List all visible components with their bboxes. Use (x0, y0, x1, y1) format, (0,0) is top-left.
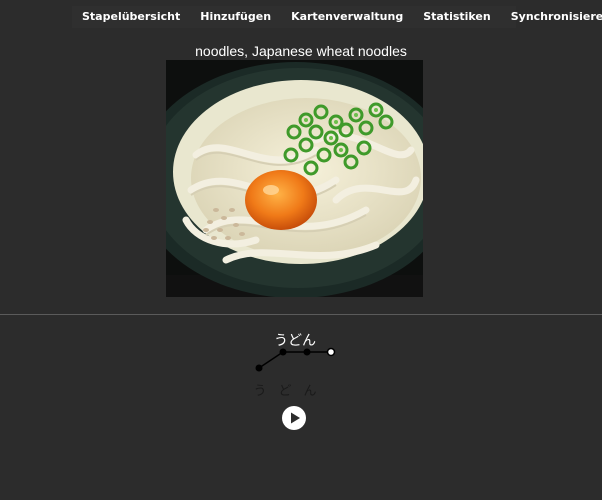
toolbar-decks[interactable]: Stapelübersicht (72, 6, 190, 28)
toolbar-stats[interactable]: Statistiken (413, 6, 501, 28)
pitch-dot-1 (255, 364, 263, 372)
pitch-accent-graph (255, 347, 336, 372)
udon-illustration (166, 60, 423, 297)
pitch-dot-particle (326, 347, 336, 357)
play-circle-icon[interactable] (282, 406, 306, 430)
pitch-dot-3 (303, 348, 311, 356)
card-title: noodles, Japanese wheat noodles (195, 43, 407, 59)
kana-3: ん (303, 384, 317, 399)
kana-2: ど (278, 384, 292, 399)
kana-1: う (253, 384, 267, 399)
kana-row: う ど ん (250, 380, 320, 399)
card-separator (0, 314, 602, 315)
pitch-dot-2 (279, 348, 287, 356)
toolbar-browse[interactable]: Kartenverwaltung (281, 6, 413, 28)
top-toolbar: Stapelübersicht Hinzufügen Kartenverwalt… (72, 6, 602, 28)
udon-photo (166, 60, 423, 297)
toolbar-add[interactable]: Hinzufügen (190, 6, 281, 28)
pitch-line-1 (258, 351, 284, 369)
toolbar-sync[interactable]: Synchronisieren (501, 6, 602, 28)
